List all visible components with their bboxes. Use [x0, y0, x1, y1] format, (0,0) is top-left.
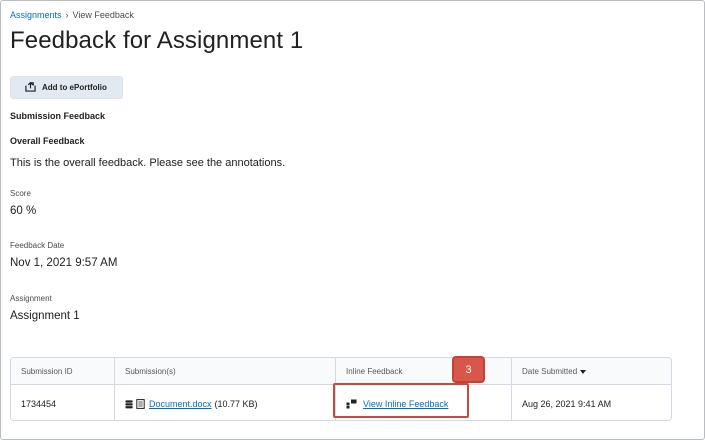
submission-feedback-heading: Submission Feedback — [10, 111, 106, 121]
overall-feedback-label: Overall Feedback — [10, 136, 85, 146]
stack-icon — [125, 399, 133, 408]
header-date-submitted[interactable]: Date Submitted — [512, 358, 671, 384]
document-file-link[interactable]: Document.docx — [149, 399, 212, 409]
file-icons — [125, 398, 145, 409]
assignment-label: Assignment — [10, 294, 52, 303]
breadcrumb-current: View Feedback — [72, 10, 134, 20]
header-date-submitted-label: Date Submitted — [522, 366, 578, 376]
score-label: Score — [10, 189, 31, 198]
document-icon — [136, 398, 145, 409]
overall-feedback-text: This is the overall feedback. Please see… — [10, 157, 286, 169]
assignment-value: Assignment 1 — [10, 310, 80, 322]
submission-file-cell: Document.docx (10.77 KB) — [115, 385, 336, 420]
add-to-eportfolio-button[interactable]: Add to ePortfolio — [10, 76, 123, 99]
header-inline-feedback: Inline Feedback — [336, 358, 512, 384]
file-size: (10.77 KB) — [214, 398, 258, 409]
header-submissions: Submission(s) — [115, 358, 336, 384]
annotation-callout: 3 — [452, 356, 485, 383]
page-title: Feedback for Assignment 1 — [10, 27, 304, 54]
breadcrumb: Assignments › View Feedback — [10, 10, 134, 20]
date-submitted-cell: Aug 26, 2021 9:41 AM — [522, 398, 612, 409]
breadcrumb-separator: › — [65, 10, 69, 20]
table-header-row: Submission ID Submission(s) Inline Feedb… — [11, 358, 671, 385]
header-submission-id: Submission ID — [11, 358, 115, 384]
sort-down-icon[interactable] — [580, 369, 587, 374]
score-value: 60 % — [10, 205, 37, 217]
share-icon — [25, 81, 36, 94]
feedback-date-label: Feedback Date — [10, 241, 65, 250]
feedback-date-value: Nov 1, 2021 9:57 AM — [10, 257, 118, 269]
add-to-eportfolio-label: Add to ePortfolio — [42, 83, 107, 92]
submission-id-cell: 1734454 — [11, 385, 115, 420]
annotation-highlight-box — [333, 383, 469, 418]
breadcrumb-assignments-link[interactable]: Assignments — [10, 10, 62, 20]
